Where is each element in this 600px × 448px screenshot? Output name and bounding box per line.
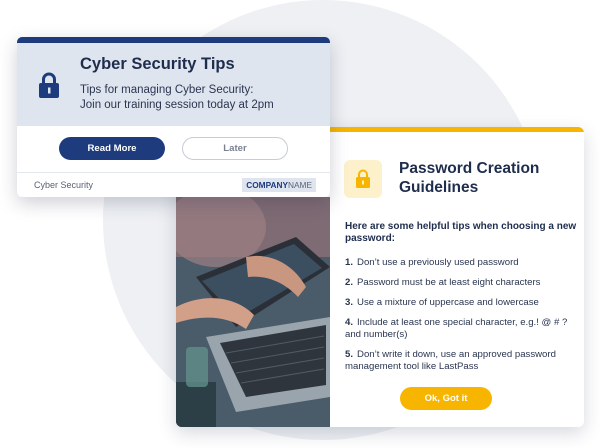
card-message-line1: Tips for managing Cyber Security: xyxy=(80,84,254,96)
tip-text: Include at least one special character, … xyxy=(345,317,568,340)
tip-item: 2. Password must be at least eight charac… xyxy=(345,277,581,289)
card-message-line2: Join our training session today at 2pm xyxy=(80,99,274,111)
tip-text: Don’t use a previously used password xyxy=(357,257,519,268)
tip-number: 3. xyxy=(345,297,354,308)
cyber-security-tips-card: Cyber Security Tips Tips for managing Cy… xyxy=(17,37,330,197)
ok-got-it-button[interactable]: Ok, Got it xyxy=(400,387,492,410)
company-tag: COMPANYNAME xyxy=(242,178,316,192)
guidelines-title-line2: Guidelines xyxy=(399,179,479,196)
later-button[interactable]: Later xyxy=(182,137,288,160)
tip-text: Use a mixture of uppercase and lowercase xyxy=(357,297,539,308)
company-name-strong: COMPANY xyxy=(246,180,289,190)
card-actions: Read More Later xyxy=(17,126,330,172)
guidelines-title-line1: Password Creation xyxy=(399,160,540,177)
tip-item: 5. Don’t write it down, use an approved p… xyxy=(345,349,581,373)
guidelines-panel: Password Creation Guidelines Here are so… xyxy=(330,132,584,427)
category-label: Cyber Security xyxy=(34,180,94,190)
tip-item: 4. Include at least one special character… xyxy=(345,317,581,341)
card-message: Tips for managing Cyber Security: Join o… xyxy=(80,83,310,113)
lock-icon xyxy=(38,72,60,104)
company-name-light: NAME xyxy=(288,180,312,190)
tip-number: 5. xyxy=(345,349,354,360)
card-header: Cyber Security Tips Tips for managing Cy… xyxy=(17,43,330,126)
tip-text: Password must be at least eight characte… xyxy=(357,277,541,288)
tip-number: 1. xyxy=(345,257,354,268)
card-footer: Cyber Security COMPANYNAME xyxy=(17,172,330,197)
read-more-button[interactable]: Read More xyxy=(59,137,165,160)
tip-text: Don’t write it down, use an approved pas… xyxy=(345,349,556,372)
guidelines-intro: Here are some helpful tips when choosing… xyxy=(345,221,577,244)
tip-item: 1. Don’t use a previously used password xyxy=(345,257,581,269)
tip-number: 4. xyxy=(345,317,354,328)
guidelines-tips-list: 1. Don’t use a previously used password 2… xyxy=(345,257,581,381)
tip-number: 2. xyxy=(345,277,354,288)
lock-icon xyxy=(344,160,382,198)
laptop-photo xyxy=(176,197,330,427)
card-title: Cyber Security Tips xyxy=(80,55,235,73)
tip-item: 3. Use a mixture of uppercase and lowerca… xyxy=(345,297,581,309)
guidelines-title: Password Creation Guidelines xyxy=(399,159,569,197)
